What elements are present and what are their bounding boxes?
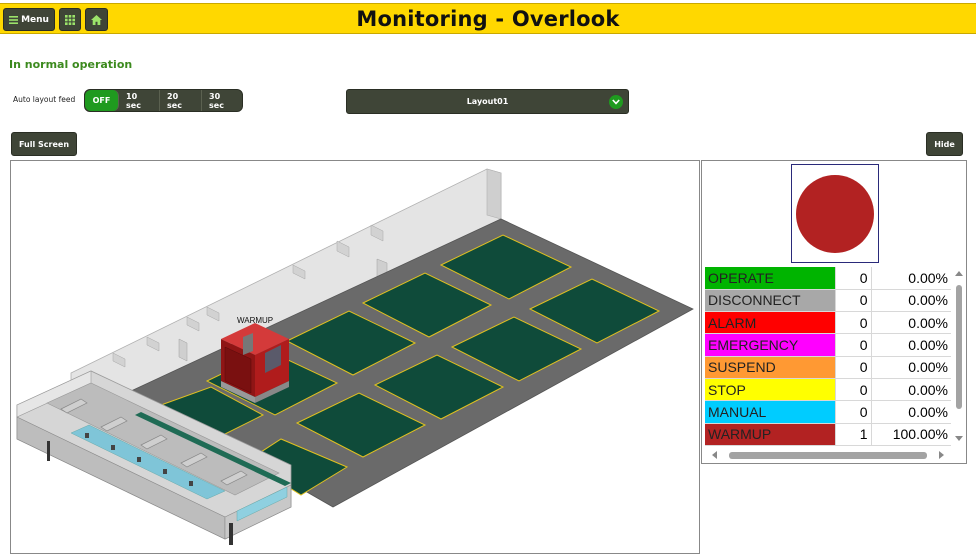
machine-status-label: WARMUP — [237, 316, 273, 325]
header-bar: Menu Monitoring - Overlook — [0, 3, 976, 34]
status-table-row: STOP 0 0.00% — [705, 378, 951, 402]
status-table: OPERATE 0 0.00% DISCONNECT 0 0.00% ALARM 0 0.00%… — [705, 267, 951, 446]
scroll-down-icon[interactable] — [955, 436, 963, 441]
status-count-cell: 0 — [835, 267, 872, 290]
status-percent-cell: 0.00% — [871, 289, 951, 313]
status-table-row: OPERATE 0 0.00% — [705, 267, 951, 290]
status-name-cell: OPERATE — [705, 267, 836, 290]
status-name-cell: WARMUP — [705, 423, 836, 446]
chevron-down-icon — [609, 95, 623, 109]
floor-layout-view[interactable]: WARMUP — [10, 160, 700, 554]
feed-option-off[interactable]: OFF — [85, 90, 119, 111]
status-name-cell: SUSPEND — [705, 356, 836, 379]
horizontal-scroll-thumb[interactable] — [729, 452, 927, 459]
status-name-cell: ALARM — [705, 311, 836, 335]
status-count-cell: 0 — [835, 356, 872, 379]
status-percent-cell: 0.00% — [871, 378, 951, 402]
monitoring-page: Menu Monitoring - Overlook In normal ope… — [0, 0, 976, 556]
status-count-cell: 0 — [835, 333, 872, 357]
status-percent-cell: 0.00% — [871, 267, 951, 290]
status-name-cell: DISCONNECT — [705, 289, 836, 313]
status-percent-cell: 0.00% — [871, 400, 951, 424]
status-indicator — [791, 164, 879, 263]
operation-status: In normal operation — [9, 58, 133, 71]
status-indicator-dot — [796, 174, 874, 253]
floor-layout-canvas: WARMUP — [16, 168, 694, 545]
status-count-cell: 1 — [835, 423, 872, 446]
feed-option-10sec[interactable]: 10 sec — [119, 90, 160, 111]
vertical-scroll-thumb[interactable] — [956, 285, 962, 409]
scroll-up-icon[interactable] — [955, 271, 963, 276]
full-screen-button[interactable]: Full Screen — [11, 132, 77, 156]
vertical-scrollbar[interactable] — [953, 267, 965, 445]
status-table-row: EMERGENCY 0 0.00% — [705, 333, 951, 357]
status-table-row: MANUAL 0 0.00% — [705, 400, 951, 424]
layout-select-value: Layout01 — [466, 97, 509, 106]
auto-feed-toggle: OFF 10 sec 20 sec 30 sec — [84, 89, 243, 112]
status-table-row: SUSPEND 0 0.00% — [705, 356, 951, 379]
hide-button[interactable]: Hide — [926, 132, 963, 156]
status-count-cell: 0 — [835, 289, 872, 313]
status-count-cell: 0 — [835, 378, 872, 402]
status-name-cell: EMERGENCY — [705, 333, 836, 357]
status-table-row: WARMUP 1 100.00% — [705, 423, 951, 446]
layout-select[interactable]: Layout01 — [346, 89, 629, 114]
status-percent-cell: 0.00% — [871, 333, 951, 357]
status-summary-panel: OPERATE 0 0.00% DISCONNECT 0 0.00% ALARM 0 0.00%… — [701, 160, 967, 464]
status-name-cell: STOP — [705, 378, 836, 402]
horizontal-scrollbar[interactable] — [705, 449, 951, 461]
status-table-row: ALARM 0 0.00% — [705, 311, 951, 335]
machine-warmup[interactable] — [221, 323, 289, 403]
status-name-cell: MANUAL — [705, 400, 836, 424]
feed-option-20sec[interactable]: 20 sec — [160, 90, 202, 111]
status-percent-cell: 0.00% — [871, 311, 951, 335]
feed-option-30sec[interactable]: 30 sec — [202, 90, 242, 111]
status-table-row: DISCONNECT 0 0.00% — [705, 289, 951, 313]
status-count-cell: 0 — [835, 400, 872, 424]
scroll-left-icon[interactable] — [712, 451, 717, 459]
page-title: Monitoring - Overlook — [356, 7, 620, 31]
auto-feed-label: Auto layout feed — [13, 95, 76, 104]
status-count-cell: 0 — [835, 311, 872, 335]
status-percent-cell: 0.00% — [871, 356, 951, 379]
scroll-right-icon[interactable] — [939, 451, 944, 459]
status-percent-cell: 100.00% — [871, 423, 951, 446]
